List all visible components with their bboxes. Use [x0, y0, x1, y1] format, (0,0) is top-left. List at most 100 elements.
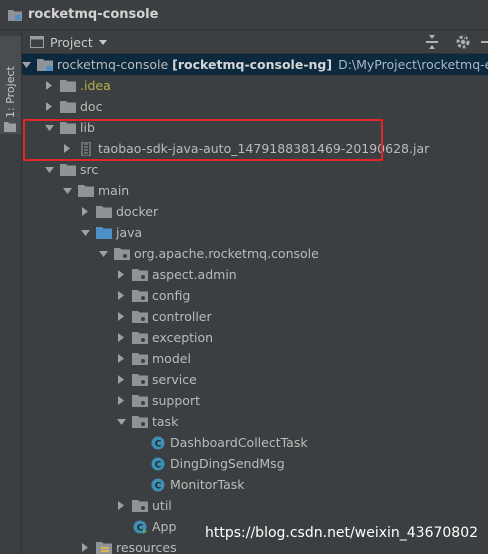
expand-down-arrow-icon[interactable] [44, 123, 54, 133]
tree-node-label: exception [152, 330, 214, 345]
tree-row[interactable]: controller [22, 306, 488, 327]
tree-row[interactable]: .idea [22, 75, 488, 96]
tree-node-icon [132, 268, 148, 282]
gear-icon[interactable] [455, 34, 471, 50]
tree-row[interactable]: doc [22, 96, 488, 117]
tree-row[interactable]: model [22, 348, 488, 369]
expand-down-arrow-icon[interactable] [98, 249, 108, 259]
tree-node-icon [96, 226, 112, 240]
expand-right-arrow-icon[interactable] [116, 354, 126, 364]
module-artifact-name: [rocketmq-console-ng] [172, 57, 333, 72]
project-view-selector[interactable]: Project [30, 33, 107, 51]
project-tree[interactable]: rocketmq-console [rocketmq-console-ng] D:\… [22, 54, 488, 554]
package-icon [132, 394, 148, 407]
expand-right-arrow-icon[interactable] [116, 375, 126, 385]
tree-node-icon [132, 331, 148, 345]
class-icon: C [151, 478, 165, 491]
tree-node-label: lib [80, 120, 95, 135]
tree-row[interactable]: exception [22, 327, 488, 348]
expand-right-arrow-icon[interactable] [62, 144, 72, 154]
chevron-down-icon [80, 229, 90, 236]
tree-node-icon: C [132, 520, 148, 534]
tree-node-icon [132, 289, 148, 303]
expand-down-arrow-icon[interactable] [116, 417, 126, 427]
package-icon [132, 499, 148, 512]
tree-node-icon [60, 79, 76, 93]
class-icon: C [151, 436, 165, 449]
package-icon [132, 310, 148, 323]
expand-right-arrow-icon[interactable] [80, 543, 90, 553]
tree-row[interactable]: rocketmq-console [rocketmq-console-ng] D:\… [22, 54, 488, 75]
tree-node-label: .idea [80, 78, 111, 93]
tree-row[interactable]: lib [22, 117, 488, 138]
package-icon [132, 373, 148, 386]
tree-row[interactable]: main [22, 180, 488, 201]
svg-text:C: C [137, 523, 144, 533]
tree-node-label: App [152, 519, 177, 534]
collapse-all-icon[interactable] [424, 34, 440, 50]
package-icon [132, 268, 148, 281]
tree-row[interactable]: task [22, 411, 488, 432]
expand-down-arrow-icon[interactable] [80, 228, 90, 238]
resources-folder-icon [96, 541, 112, 554]
tree-row[interactable]: docker [22, 201, 488, 222]
project-toolbar: Project [22, 30, 488, 54]
expand-right-arrow-icon[interactable] [44, 102, 54, 112]
expand-right-arrow-icon[interactable] [116, 291, 126, 301]
tree-row[interactable]: C DingDingSendMsg [22, 453, 488, 474]
chevron-down-icon [62, 187, 72, 194]
tree-node-icon: C [150, 436, 166, 450]
tree-row[interactable]: java [22, 222, 488, 243]
tree-row[interactable]: src [22, 159, 488, 180]
class-icon: C [151, 457, 165, 470]
tree-node-label: src [80, 162, 99, 177]
tree-row[interactable]: aspect.admin [22, 264, 488, 285]
expand-right-arrow-icon[interactable] [116, 333, 126, 343]
expand-right-arrow-icon[interactable] [116, 501, 126, 511]
tree-row[interactable]: C DashboardCollectTask [22, 432, 488, 453]
tree-row[interactable]: org.apache.rocketmq.console [22, 243, 488, 264]
chevron-down-icon [44, 166, 54, 173]
chevron-right-icon [118, 375, 124, 384]
module-folder-icon [37, 58, 53, 71]
tree-node-icon [132, 499, 148, 513]
project-tool-tab-label: 1: Project [4, 66, 17, 118]
tree-row[interactable]: support [22, 390, 488, 411]
tree-row[interactable]: service [22, 369, 488, 390]
tree-node-label: doc [80, 99, 103, 114]
expand-right-arrow-icon[interactable] [44, 81, 54, 91]
expand-right-arrow-icon[interactable] [80, 207, 90, 217]
package-icon [132, 352, 148, 365]
tree-row[interactable]: config [22, 285, 488, 306]
chevron-right-icon [64, 144, 70, 153]
tree-row[interactable]: C MonitorTask [22, 474, 488, 495]
expand-down-arrow-icon[interactable] [44, 165, 54, 175]
tree-node-icon [132, 373, 148, 387]
expand-right-arrow-icon[interactable] [116, 312, 126, 322]
toolbar-separator [465, 34, 466, 50]
app-class-icon: C [133, 520, 147, 534]
chevron-right-icon [118, 291, 124, 300]
expand-right-arrow-icon[interactable] [116, 270, 126, 280]
hide-panel-icon[interactable] [478, 34, 488, 50]
tree-node-icon [96, 541, 112, 554]
project-tool-tab[interactable]: 1: Project [0, 36, 21, 134]
folder-icon [60, 121, 76, 134]
expand-down-arrow-icon[interactable] [62, 186, 72, 196]
expand-right-arrow-icon[interactable] [116, 396, 126, 406]
svg-text:C: C [155, 481, 162, 491]
tree-node-label: main [98, 183, 130, 198]
tree-node-icon [60, 100, 76, 114]
tree-node-label: task [152, 414, 179, 429]
svg-text:C: C [155, 460, 162, 470]
tree-row[interactable]: util [22, 495, 488, 516]
tree-node-label: aspect.admin [152, 267, 237, 282]
tree-node-label: java [116, 225, 143, 240]
tree-row[interactable]: taobao-sdk-java-auto_1479188381469-20190… [22, 138, 488, 159]
watermark-text: https://blog.csdn.net/weixin_43670802 [205, 525, 479, 541]
tree-node-label: service [152, 372, 197, 387]
window-title: rocketmq-console [28, 7, 159, 22]
chevron-right-icon [118, 270, 124, 279]
expand-down-arrow-icon[interactable] [22, 60, 31, 70]
project-view-icon [30, 36, 44, 48]
